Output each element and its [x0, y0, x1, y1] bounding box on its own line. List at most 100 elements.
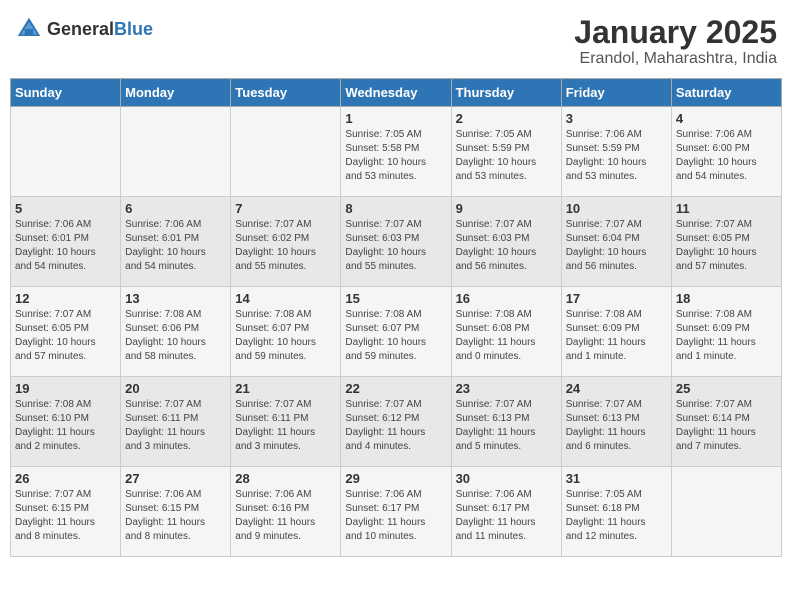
weekday-header-cell: Wednesday [341, 79, 451, 107]
day-number: 15 [345, 291, 446, 306]
page-title: January 2025 [574, 15, 777, 50]
page-subtitle: Erandol, Maharashtra, India [574, 50, 777, 68]
calendar-body: 1 Sunrise: 7:05 AM Sunset: 5:58 PM Daylig… [11, 107, 782, 557]
calendar-day-cell: 20Sunrise: 7:07 AM Sunset: 6:11 PM Dayli… [121, 377, 231, 467]
day-number: 9 [456, 201, 557, 216]
logo-text-general: General [47, 20, 114, 38]
day-number: 5 [15, 201, 116, 216]
calendar-week-row: 12 Sunrise: 7:07 AM Sunset: 6:05 PM Dayli… [11, 287, 782, 377]
weekday-header-cell: Saturday [671, 79, 781, 107]
calendar-day-cell: 25 Sunrise: 7:07 AM Sunset: 6:14 PM Dayli… [671, 377, 781, 467]
day-number: 16 [456, 291, 557, 306]
day-number: 24 [566, 381, 667, 396]
day-number: 27 [125, 471, 226, 486]
day-number: 13 [125, 291, 226, 306]
day-number: 28 [235, 471, 336, 486]
day-number: 12 [15, 291, 116, 306]
calendar-day-cell: 17 Sunrise: 7:08 AM Sunset: 6:09 PM Dayli… [561, 287, 671, 377]
day-number: 1 [345, 111, 446, 126]
calendar-day-cell: 28 Sunrise: 7:06 AM Sunset: 6:16 PM Dayli… [231, 467, 341, 557]
calendar-day-cell: 15 Sunrise: 7:08 AM Sunset: 6:07 PM Dayli… [341, 287, 451, 377]
calendar-day-cell: 30Sunrise: 7:06 AM Sunset: 6:17 PM Dayli… [451, 467, 561, 557]
day-number: 26 [15, 471, 116, 486]
day-info: Sunrise: 7:07 AM Sunset: 6:03 PM Dayligh… [456, 218, 557, 274]
day-info: Sunrise: 7:08 AM Sunset: 6:07 PM Dayligh… [345, 308, 446, 364]
day-number: 8 [345, 201, 446, 216]
calendar-day-cell: 5 Sunrise: 7:06 AM Sunset: 6:01 PM Daylig… [11, 197, 121, 287]
calendar-week-row: 1 Sunrise: 7:05 AM Sunset: 5:58 PM Daylig… [11, 107, 782, 197]
calendar-day-cell [231, 107, 341, 197]
day-info: Sunrise: 7:07 AM Sunset: 6:04 PM Dayligh… [566, 218, 667, 274]
calendar-day-cell: 21Sunrise: 7:07 AM Sunset: 6:11 PM Dayli… [231, 377, 341, 467]
calendar-week-row: 26Sunrise: 7:07 AM Sunset: 6:15 PM Dayli… [11, 467, 782, 557]
calendar-day-cell: 9 Sunrise: 7:07 AM Sunset: 6:03 PM Daylig… [451, 197, 561, 287]
day-number: 23 [456, 381, 557, 396]
day-info: Sunrise: 7:06 AM Sunset: 6:17 PM Dayligh… [345, 488, 446, 544]
day-info: Sunrise: 7:08 AM Sunset: 6:10 PM Dayligh… [15, 398, 116, 454]
day-number: 14 [235, 291, 336, 306]
day-info: Sunrise: 7:07 AM Sunset: 6:05 PM Dayligh… [15, 308, 116, 364]
day-info: Sunrise: 7:07 AM Sunset: 6:02 PM Dayligh… [235, 218, 336, 274]
day-number: 20 [125, 381, 226, 396]
day-info: Sunrise: 7:06 AM Sunset: 5:59 PM Dayligh… [566, 128, 667, 184]
weekday-header-cell: Thursday [451, 79, 561, 107]
day-info: Sunrise: 7:08 AM Sunset: 6:07 PM Dayligh… [235, 308, 336, 364]
day-info: Sunrise: 7:07 AM Sunset: 6:13 PM Dayligh… [566, 398, 667, 454]
day-info: Sunrise: 7:05 AM Sunset: 5:58 PM Dayligh… [345, 128, 446, 184]
calendar-day-cell: 1 Sunrise: 7:05 AM Sunset: 5:58 PM Daylig… [341, 107, 451, 197]
calendar-day-cell [121, 107, 231, 197]
weekday-header-row: SundayMondayTuesdayWednesdayThursdayFrid… [11, 79, 782, 107]
calendar-day-cell: 23Sunrise: 7:07 AM Sunset: 6:13 PM Dayli… [451, 377, 561, 467]
day-info: Sunrise: 7:06 AM Sunset: 6:01 PM Dayligh… [125, 218, 226, 274]
day-number: 18 [676, 291, 777, 306]
calendar-day-cell: 3 Sunrise: 7:06 AM Sunset: 5:59 PM Daylig… [561, 107, 671, 197]
calendar-day-cell: 24 Sunrise: 7:07 AM Sunset: 6:13 PM Dayli… [561, 377, 671, 467]
logo-icon [15, 15, 43, 43]
day-info: Sunrise: 7:06 AM Sunset: 6:01 PM Dayligh… [15, 218, 116, 274]
calendar-table: SundayMondayTuesdayWednesdayThursdayFrid… [10, 78, 782, 557]
day-info: Sunrise: 7:06 AM Sunset: 6:16 PM Dayligh… [235, 488, 336, 544]
calendar-day-cell: 7Sunrise: 7:07 AM Sunset: 6:02 PM Daylig… [231, 197, 341, 287]
calendar-day-cell: 26Sunrise: 7:07 AM Sunset: 6:15 PM Dayli… [11, 467, 121, 557]
calendar-day-cell: 12 Sunrise: 7:07 AM Sunset: 6:05 PM Dayli… [11, 287, 121, 377]
day-info: Sunrise: 7:08 AM Sunset: 6:08 PM Dayligh… [456, 308, 557, 364]
calendar-day-cell: 14 Sunrise: 7:08 AM Sunset: 6:07 PM Dayli… [231, 287, 341, 377]
day-info: Sunrise: 7:07 AM Sunset: 6:12 PM Dayligh… [345, 398, 446, 454]
day-number: 17 [566, 291, 667, 306]
day-number: 29 [345, 471, 446, 486]
calendar-day-cell: 13Sunrise: 7:08 AM Sunset: 6:06 PM Dayli… [121, 287, 231, 377]
calendar-day-cell [671, 467, 781, 557]
calendar-day-cell: 19 Sunrise: 7:08 AM Sunset: 6:10 PM Dayli… [11, 377, 121, 467]
weekday-header-cell: Monday [121, 79, 231, 107]
calendar-day-cell: 18 Sunrise: 7:08 AM Sunset: 6:09 PM Dayli… [671, 287, 781, 377]
day-number: 30 [456, 471, 557, 486]
day-info: Sunrise: 7:05 AM Sunset: 6:18 PM Dayligh… [566, 488, 667, 544]
day-number: 19 [15, 381, 116, 396]
calendar-day-cell: 22Sunrise: 7:07 AM Sunset: 6:12 PM Dayli… [341, 377, 451, 467]
day-info: Sunrise: 7:06 AM Sunset: 6:15 PM Dayligh… [125, 488, 226, 544]
day-number: 3 [566, 111, 667, 126]
day-info: Sunrise: 7:05 AM Sunset: 5:59 PM Dayligh… [456, 128, 557, 184]
calendar-week-row: 5 Sunrise: 7:06 AM Sunset: 6:01 PM Daylig… [11, 197, 782, 287]
day-info: Sunrise: 7:08 AM Sunset: 6:09 PM Dayligh… [676, 308, 777, 364]
calendar-day-cell: 16 Sunrise: 7:08 AM Sunset: 6:08 PM Dayli… [451, 287, 561, 377]
title-block: January 2025 Erandol, Maharashtra, India [574, 15, 777, 68]
day-info: Sunrise: 7:06 AM Sunset: 6:00 PM Dayligh… [676, 128, 777, 184]
calendar-header: SundayMondayTuesdayWednesdayThursdayFrid… [11, 79, 782, 107]
day-info: Sunrise: 7:07 AM Sunset: 6:11 PM Dayligh… [235, 398, 336, 454]
calendar-day-cell: 31 Sunrise: 7:05 AM Sunset: 6:18 PM Dayli… [561, 467, 671, 557]
logo: General Blue [15, 15, 153, 43]
day-number: 25 [676, 381, 777, 396]
day-info: Sunrise: 7:07 AM Sunset: 6:14 PM Dayligh… [676, 398, 777, 454]
day-number: 11 [676, 201, 777, 216]
logo-text-blue: Blue [114, 20, 153, 38]
day-number: 6 [125, 201, 226, 216]
calendar-day-cell: 6 Sunrise: 7:06 AM Sunset: 6:01 PM Daylig… [121, 197, 231, 287]
day-info: Sunrise: 7:08 AM Sunset: 6:09 PM Dayligh… [566, 308, 667, 364]
day-number: 10 [566, 201, 667, 216]
calendar-day-cell: 27 Sunrise: 7:06 AM Sunset: 6:15 PM Dayli… [121, 467, 231, 557]
day-info: Sunrise: 7:07 AM Sunset: 6:05 PM Dayligh… [676, 218, 777, 274]
calendar-day-cell: 2 Sunrise: 7:05 AM Sunset: 5:59 PM Daylig… [451, 107, 561, 197]
day-number: 2 [456, 111, 557, 126]
day-number: 31 [566, 471, 667, 486]
